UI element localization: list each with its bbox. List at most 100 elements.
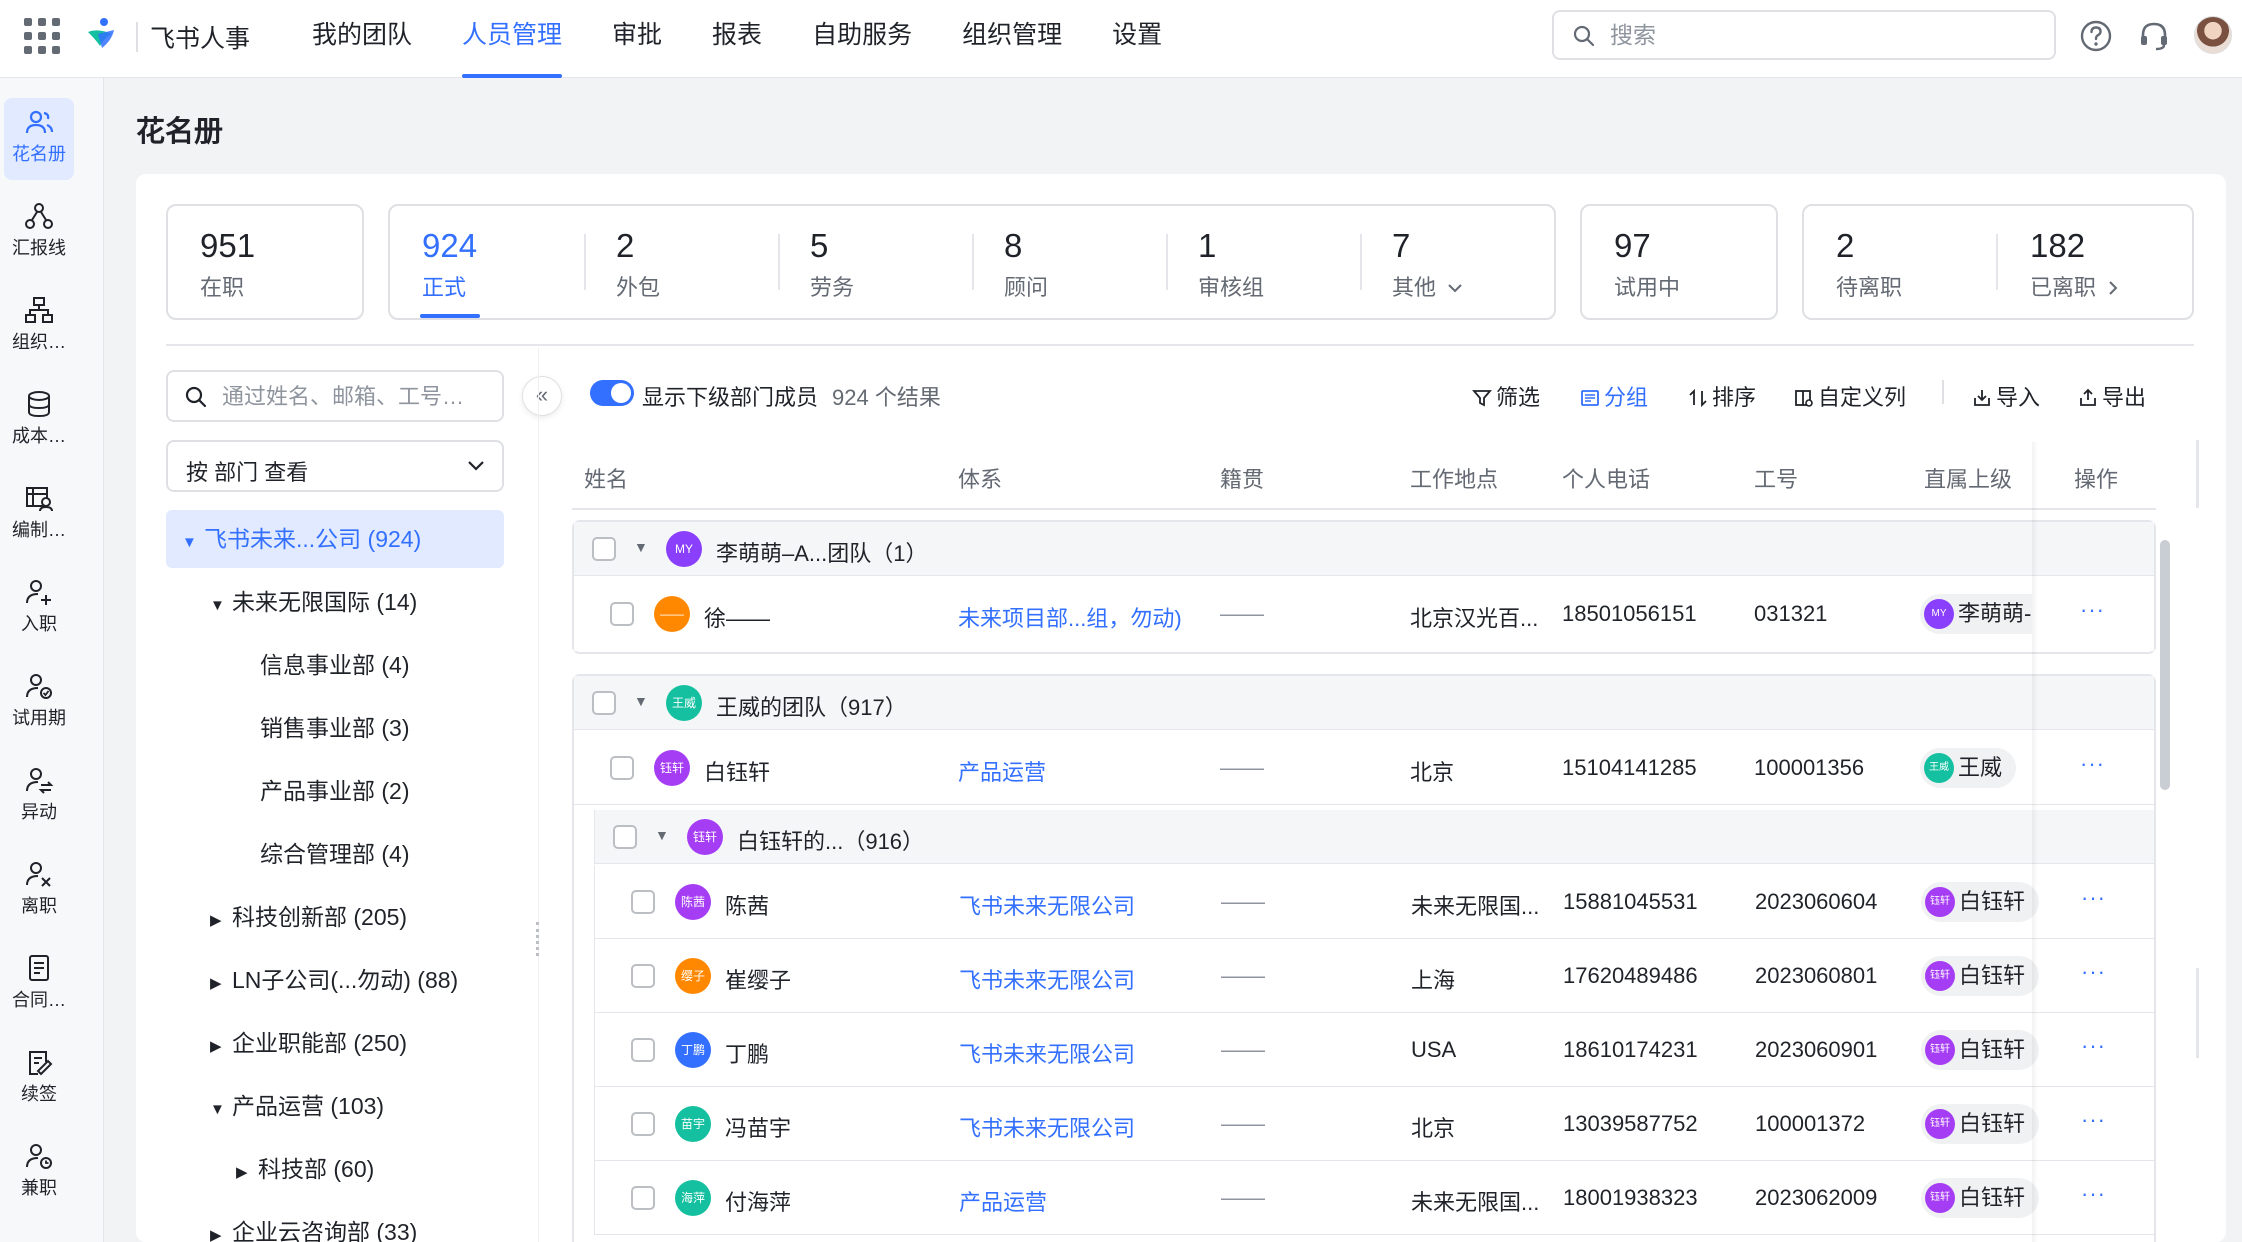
- tree-item[interactable]: ▼ 未来无限国际 (14): [210, 573, 417, 631]
- row-checkbox[interactable]: [631, 1186, 655, 1210]
- manager-chip[interactable]: 钰轩 白钰轩: [1921, 1178, 2040, 1218]
- rail-headcount[interactable]: 编制…: [4, 474, 74, 556]
- stat-formal[interactable]: 924 正式: [422, 226, 477, 302]
- rail-onboarding[interactable]: 入职: [4, 568, 74, 650]
- tree-item[interactable]: 产品事业部 (2): [260, 762, 410, 820]
- rail-org[interactable]: 组织…: [4, 286, 74, 368]
- nav-approval[interactable]: 审批: [612, 0, 662, 78]
- more-actions-icon[interactable]: ···: [2081, 1181, 2106, 1207]
- rail-contract[interactable]: 合同…: [4, 944, 74, 1026]
- group-checkbox[interactable]: [613, 825, 637, 849]
- tree-item[interactable]: ▶ 科技创新部 (205): [210, 888, 407, 946]
- nav-people-management[interactable]: 人员管理: [462, 0, 563, 78]
- manager-chip[interactable]: 钰轩 白钰轩: [1921, 956, 2040, 996]
- sort-button[interactable]: 排序: [1688, 380, 1756, 412]
- stat-pending-leave[interactable]: 2 待离职: [1836, 226, 1902, 302]
- manager-chip[interactable]: 钰轩 白钰轩: [1921, 882, 2040, 922]
- tree-item[interactable]: ▼ 产品运营 (103): [210, 1077, 384, 1135]
- import-button[interactable]: 导入: [1972, 380, 2040, 412]
- employee-system[interactable]: 飞书未来无限公司: [959, 1037, 1135, 1069]
- stat-probation[interactable]: 97 试用中: [1614, 226, 1680, 302]
- tree-item[interactable]: ▶ 企业云咨询部 (33): [210, 1203, 417, 1242]
- collapse-panel-button[interactable]: «: [522, 376, 562, 416]
- manager-chip[interactable]: 王威 王威: [1920, 748, 2017, 788]
- group-checkbox[interactable]: [592, 691, 616, 715]
- group-header-row[interactable]: ▼ 王威 王威的团队（917）: [574, 676, 2154, 730]
- employee-system[interactable]: 未来项目部...组，勿动): [958, 601, 1182, 633]
- employee-name[interactable]: 陈茜: [725, 889, 769, 921]
- stat-onboard[interactable]: 951 在职: [200, 226, 255, 302]
- tree-item[interactable]: ▶ LN子公司(...勿动) (88): [210, 951, 458, 1009]
- table-row[interactable]: —— 徐—— 未来项目部...组，勿动) —— 北京汉光百... 1850105…: [574, 577, 2154, 651]
- employee-system[interactable]: 产品运营: [959, 1185, 1047, 1217]
- rail-transfer[interactable]: 异动: [4, 756, 74, 838]
- manager-chip[interactable]: 钰轩 白钰轩: [1921, 1104, 2040, 1144]
- rail-part-time[interactable]: 兼职: [4, 1132, 74, 1214]
- row-checkbox[interactable]: [610, 602, 634, 626]
- stat-review-group[interactable]: 1 审核组: [1198, 226, 1264, 302]
- group-checkbox[interactable]: [592, 537, 616, 561]
- stat-card-onboard[interactable]: [166, 204, 364, 320]
- nav-reports[interactable]: 报表: [712, 0, 762, 78]
- employee-name[interactable]: 崔缨子: [725, 963, 791, 995]
- table-row[interactable]: 苗宇 冯苗宇 飞书未来无限公司 —— 北京 13039587752 100001…: [594, 1087, 2154, 1161]
- table-row[interactable]: 海萍 付海萍 产品运营 —— 未来无限国... 18001938323 2023…: [594, 1161, 2154, 1235]
- col-name[interactable]: 姓名: [584, 462, 628, 494]
- caret-down-icon[interactable]: ▼: [634, 539, 648, 555]
- tree-item[interactable]: 综合管理部 (4): [260, 825, 410, 883]
- manager-chip[interactable]: 钰轩 白钰轩: [1921, 1030, 2040, 1070]
- stat-labor[interactable]: 5 劳务: [810, 226, 854, 302]
- more-actions-icon[interactable]: ···: [2080, 751, 2105, 777]
- more-actions-icon[interactable]: ···: [2081, 959, 2106, 985]
- employee-name[interactable]: 冯苗宇: [725, 1111, 791, 1143]
- rail-cost[interactable]: 成本…: [4, 380, 74, 462]
- headset-support-icon[interactable]: [2136, 18, 2172, 54]
- tree-item[interactable]: 销售事业部 (3): [260, 699, 410, 757]
- col-system[interactable]: 体系: [958, 462, 1002, 494]
- resize-handle[interactable]: [536, 922, 540, 956]
- employee-name[interactable]: 白钰轩: [704, 755, 770, 787]
- nav-settings[interactable]: 设置: [1112, 0, 1162, 78]
- group-header-row[interactable]: ▼ MY 李萌萌–A...团队（1）: [574, 522, 2154, 576]
- global-search[interactable]: [1552, 10, 2056, 60]
- table-scrollbar[interactable]: [2160, 540, 2170, 790]
- row-checkbox[interactable]: [631, 890, 655, 914]
- filter-button[interactable]: 筛选: [1472, 380, 1540, 412]
- tree-item[interactable]: ▼ 飞书未来...公司 (924): [166, 510, 504, 568]
- table-row[interactable]: 陈茜 陈茜 飞书未来无限公司 —— 未来无限国... 15881045531 2…: [594, 865, 2154, 939]
- view-by-select[interactable]: 按 部门 查看: [166, 440, 504, 492]
- tree-item[interactable]: ▶ 企业职能部 (250): [210, 1014, 407, 1072]
- show-sub-dept-toggle[interactable]: [590, 380, 634, 406]
- col-phone[interactable]: 个人电话: [1562, 462, 1650, 494]
- group-button[interactable]: 分组: [1580, 380, 1648, 412]
- rail-offboarding[interactable]: 离职: [4, 850, 74, 932]
- user-avatar[interactable]: [2194, 16, 2232, 54]
- app-launcher-icon[interactable]: [24, 18, 60, 54]
- row-checkbox[interactable]: [631, 1038, 655, 1062]
- more-actions-icon[interactable]: ···: [2081, 885, 2106, 911]
- export-button[interactable]: 导出: [2078, 380, 2146, 412]
- table-row[interactable]: 丁鹏 丁鹏 飞书未来无限公司 —— USA 18610174231 202306…: [594, 1013, 2154, 1087]
- employee-system[interactable]: 飞书未来无限公司: [959, 1111, 1135, 1143]
- employee-name[interactable]: 徐——: [704, 601, 770, 633]
- table-row[interactable]: 缨子 崔缨子 飞书未来无限公司 —— 上海 17620489486 202306…: [594, 939, 2154, 1013]
- table-row[interactable]: 钰轩 白钰轩 产品运营 —— 北京 15104141285 100001356 …: [574, 731, 2154, 805]
- nav-org-management[interactable]: 组织管理: [962, 0, 1062, 78]
- tree-item[interactable]: ▶ 科技部 (60): [236, 1140, 374, 1198]
- col-employee-id[interactable]: 工号: [1754, 462, 1798, 494]
- caret-down-icon[interactable]: ▼: [634, 693, 648, 709]
- manager-chip[interactable]: MY 李萌萌-: [1920, 594, 2032, 634]
- employee-system[interactable]: 产品运营: [958, 755, 1046, 787]
- rail-probation[interactable]: 试用期: [4, 662, 74, 744]
- dept-search[interactable]: [166, 370, 504, 422]
- more-actions-icon[interactable]: ···: [2080, 597, 2105, 623]
- tree-item[interactable]: 信息事业部 (4): [260, 636, 410, 694]
- stat-consultant[interactable]: 8 顾问: [1004, 226, 1048, 302]
- employee-system[interactable]: 飞书未来无限公司: [959, 889, 1135, 921]
- nav-my-team[interactable]: 我的团队: [312, 0, 412, 78]
- stat-left[interactable]: 182 已离职: [2030, 226, 2120, 302]
- subgroup-header-row[interactable]: ▼ 钰轩 白钰轩的...（916）: [594, 810, 2154, 864]
- stat-outsourced[interactable]: 2 外包: [616, 226, 660, 302]
- col-origin[interactable]: 籍贯: [1220, 462, 1264, 494]
- rail-roster[interactable]: 花名册: [4, 98, 74, 180]
